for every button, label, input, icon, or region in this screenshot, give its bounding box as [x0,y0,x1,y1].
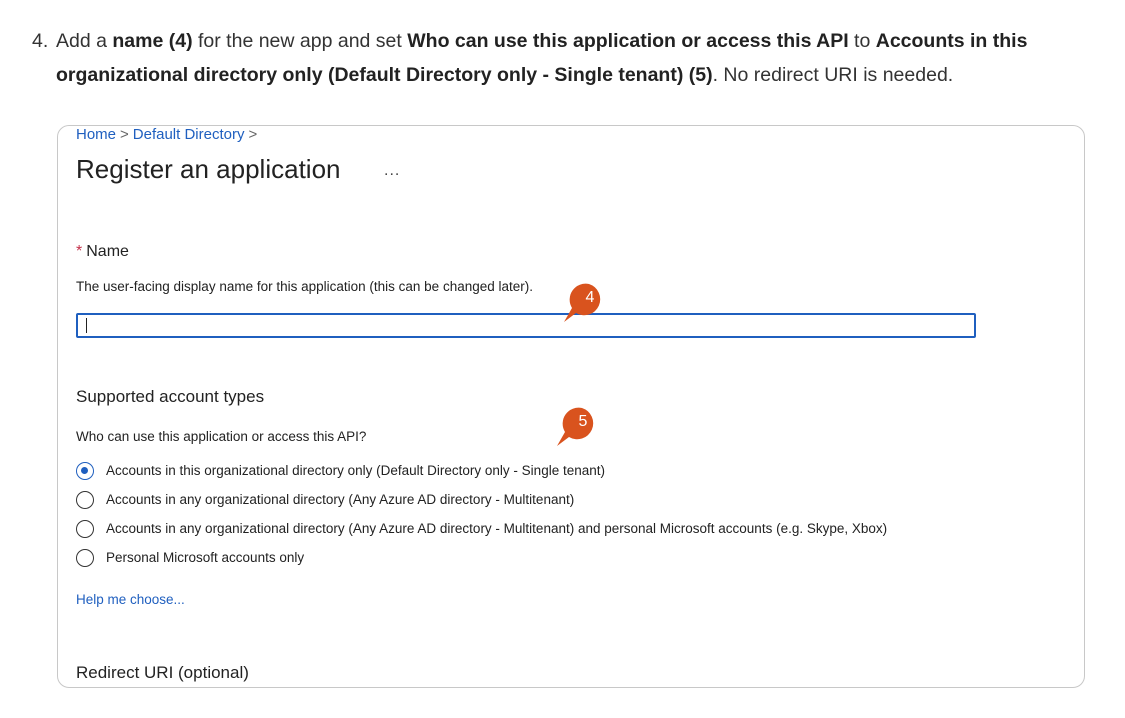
name-description: The user-facing display name for this ap… [76,279,533,294]
supported-account-types-title: Supported account types [76,387,265,406]
breadcrumb-home[interactable]: Home [76,126,116,143]
step-number: 4. [32,30,49,52]
callout-label: 5 [578,413,588,430]
redirect-uri-title: Redirect URI (optional) [76,663,249,682]
breadcrumb-separator: > [120,126,129,143]
instruction-text: 4. Add a name (4) for the new app and set… [32,24,1102,92]
breadcrumb-separator: > [248,126,258,143]
radio-label: Accounts in any organizational directory… [106,492,575,507]
callout-label: 4 [585,289,595,306]
radio-option-single-tenant[interactable]: Accounts in this organizational director… [76,456,887,485]
instruction-line-1: 4. Add a name (4) for the new app and set… [32,24,1102,58]
name-input[interactable] [76,313,976,338]
account-type-radio-group: Accounts in this organizational director… [76,456,887,572]
option-emphasis-1: Accounts in this [875,30,1028,52]
account-types-question: Who can use this application or access t… [76,429,367,444]
radio-option-personal-only[interactable]: Personal Microsoft accounts only [76,543,887,572]
radio-option-multitenant[interactable]: Accounts in any organizational directory… [76,485,887,514]
callout-marker-4: 4 [562,282,608,326]
name-label: * Name [76,243,129,260]
radio-option-multitenant-personal[interactable]: Accounts in any organizational directory… [76,514,887,543]
callout-marker-5: 5 [555,406,601,450]
radio-unselected-icon[interactable] [76,519,94,538]
name-emphasis: name (4) [112,30,193,52]
breadcrumb-default-directory[interactable]: Default Directory [133,126,245,143]
required-marker: * [76,243,83,260]
page-title: Register an application [76,154,341,184]
breadcrumb: Home > Default Directory > [76,126,261,143]
more-options-icon[interactable]: ... [384,162,400,180]
text-cursor [86,318,87,333]
radio-label: Personal Microsoft accounts only [106,550,305,565]
option-emphasis-2: organizational directory only (Default D… [56,64,713,86]
radio-label: Accounts in any organizational directory… [106,521,888,536]
question-emphasis: Who can use this application or access t… [407,30,849,52]
radio-selected-icon[interactable] [76,461,94,480]
radio-unselected-icon[interactable] [76,548,94,567]
help-me-choose-link[interactable]: Help me choose... [76,592,185,607]
radio-unselected-icon[interactable] [76,490,94,509]
radio-label: Accounts in this organizational director… [106,463,605,478]
instruction-line-2: organizational directory only (Default D… [56,64,954,86]
